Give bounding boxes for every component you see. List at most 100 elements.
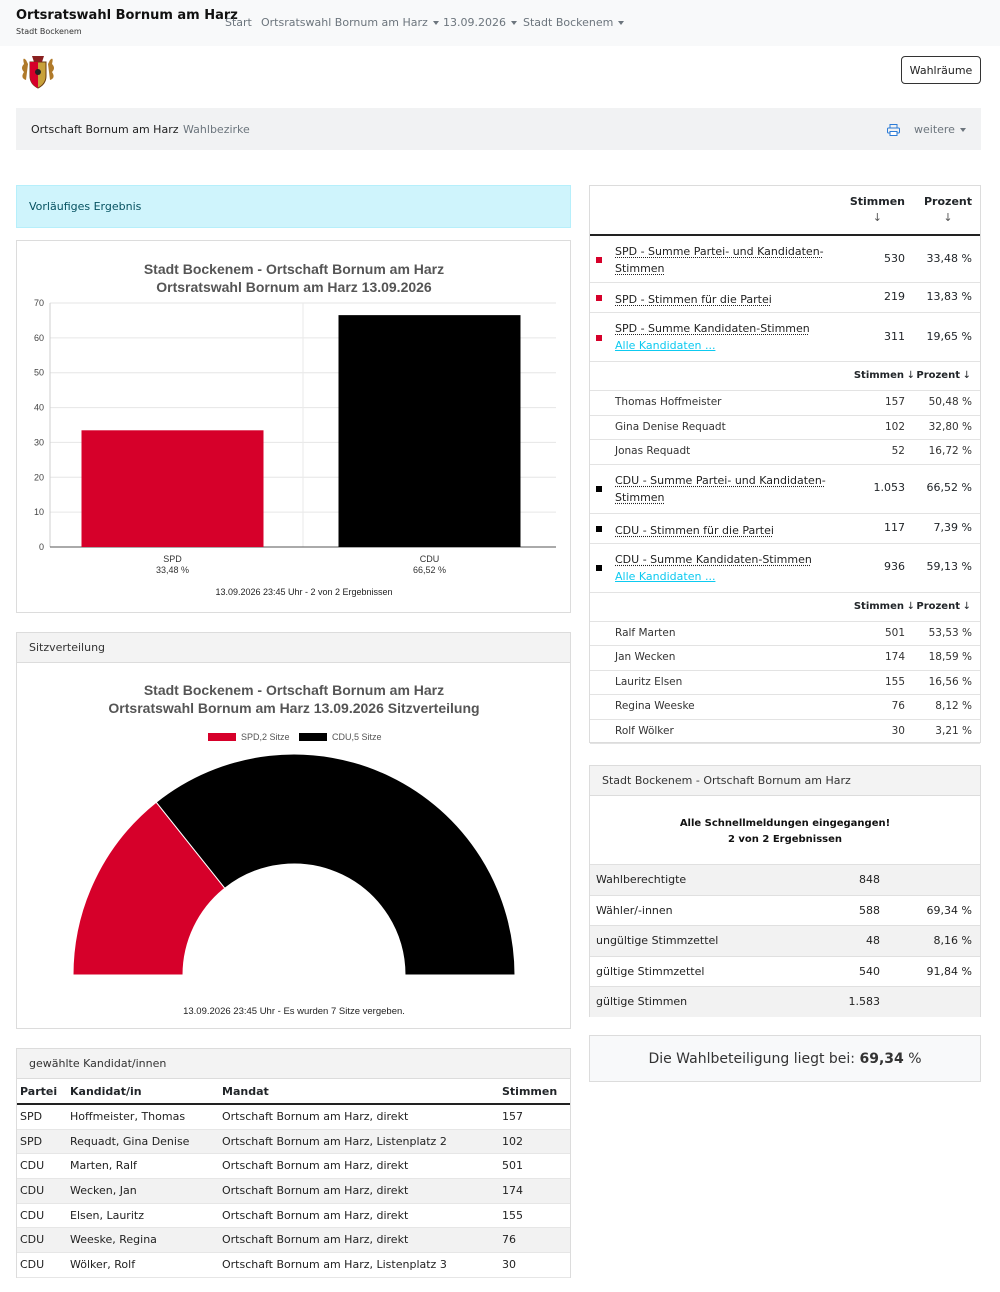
summary-notice-line-2: 2 von 2 Ergebnissen [727,834,843,845]
results-table-body: Stimmen ↓ Prozent ↓ SPD - Summe Partei- und … [590,186,980,744]
summary-percent: 8,16 % [933,934,972,947]
candidate-name: Regina Weeske [615,700,695,713]
y-tick-label: 60 [34,333,44,343]
summary-row: gültige Stimmzettel 540 91,84 % [590,955,980,986]
print-icon[interactable] [887,124,900,136]
summary-value: 848 [859,873,880,886]
candidate-percent: 16,56 % [928,675,972,688]
candidate-row: Regina Weeske 76 8,12 % [590,695,980,720]
elected-mandate: Ortschaft Bornum am Harz, direkt [222,1208,409,1222]
party-result-label-text: CDU - Stimmen für die Partei [615,523,774,537]
candidate-votes: 501 [884,626,905,639]
summary-label: Wähler/-innen [596,903,673,917]
candidate-col-prozent[interactable]: Prozent [916,601,960,612]
candidate-col-stimmen[interactable]: Stimmen [854,370,904,381]
y-tick-label: 10 [34,507,44,517]
elected-candidate: Requadt, Gina Denise [70,1134,190,1148]
elected-row: CDU Wecken, Jan Ortschaft Bornum am Harz, … [17,1179,570,1204]
elected-mandate: Ortschaft Bornum am Harz, Listenplatz 2 [222,1134,447,1148]
summary-rows: Wahlberechtigte 848 Wähler/-innen 588 69,34 … [590,864,980,1017]
alle-kandidaten-link[interactable]: Alle Kandidaten ... [615,570,715,583]
breadcrumb-current[interactable]: Ortschaft Bornum am Harz [31,123,179,136]
elected-candidate: Wölker, Rolf [70,1258,136,1272]
turnout-unit: % [908,1050,922,1067]
breadcrumb-wahlbezirke[interactable]: Wahlbezirke [183,123,250,136]
weitere-dropdown[interactable]: weitere [914,123,966,136]
percent-value: 59,13 % [926,560,972,573]
elected-candidate: Marten, Ralf [70,1159,137,1173]
elected-col-header[interactable]: Partei [20,1085,57,1098]
party-result-label[interactable]: SPD - Stimmen für die Partei [615,291,772,308]
votes-value: 117 [884,520,905,534]
nav-start-link[interactable]: Start [225,16,252,29]
elected-row: SPD Requadt, Gina Denise Ortschaft Bornum … [17,1129,570,1155]
percent-value: 33,48 % [926,251,972,265]
elected-mandate: Ortschaft Bornum am Harz, direkt [222,1184,409,1198]
summary-value: 1.583 [848,995,881,1008]
seat-slice-cdu[interactable] [155,753,516,976]
nav-city-dropdown[interactable]: Stadt Bockenem [523,16,625,29]
party-result-label[interactable]: CDU - Stimmen für die Partei [615,522,774,539]
alle-kandidaten-link[interactable]: Alle Kandidaten ... [615,339,715,352]
votes-value: 530 [884,251,905,265]
col-header-prozent[interactable]: Prozent ↓ [924,194,972,226]
bar-spd[interactable] [81,430,264,547]
bar-chart-footer: 13.09.2026 23:45 Uhr - 2 von 2 Ergebniss… [215,587,392,597]
y-tick-label: 0 [39,542,44,552]
candidate-name: Jan Wecken [615,651,676,664]
col-header-prozent-label: Prozent [924,195,972,208]
candidate-name: Jonas Requadt [615,445,691,458]
candidate-col-prozent[interactable]: Prozent [916,370,960,381]
seat-chart: Stadt Bockenem - Ortschaft Bornum am Har… [72,682,516,1017]
elected-candidate: Wecken, Jan [70,1184,137,1198]
elected-mandate: Ortschaft Bornum am Harz, Listenplatz 3 [222,1258,447,1272]
candidate-votes: 76 [891,700,905,713]
candidate-row: Jonas Requadt 52 16,72 % [590,440,980,465]
chevron-down-icon [618,21,625,25]
legend-swatch-spd [208,733,236,741]
candidate-percent: 3,21 % [935,724,972,737]
col-header-stimmen-label: Stimmen [849,195,905,208]
x-tick-percent-label: 33,48 % [156,565,189,575]
elected-row: CDU Weeske, Regina Ortschaft Bornum am Har… [17,1228,570,1254]
party-result-label-line-2: Stimmen [615,262,665,275]
sort-arrow-icon: ↓ [962,600,971,612]
candidate-percent: 16,72 % [928,445,972,458]
summary-notice: Alle Schnellmeldungen eingegangen! 2 von… [590,816,980,848]
elected-votes: 76 [502,1233,516,1247]
party-result-label-text: CDU - Summe Kandidaten-Stimmen [615,552,812,566]
col-header-stimmen[interactable]: Stimmen ↓ [850,194,905,226]
summary-row: Wahlberechtigte 848 [590,864,980,895]
party-color-square [596,334,602,341]
nav-election-dropdown[interactable]: Ortsratswahl Bornum am Harz [261,16,439,29]
percent-value: 13,83 % [926,290,972,303]
y-tick-label: 40 [34,403,44,413]
candidate-votes: 155 [884,675,905,688]
elected-candidates-table: Partei Kandidat/in Mandat Stimmen SPD Hoffmei… [17,1080,570,1278]
candidate-row: Rolf Wölker 30 3,21 % [590,720,980,744]
brand-title[interactable]: Ortsratswahl Bornum am Harz [16,8,238,23]
candidate-name: Ralf Marten [615,626,676,639]
party-result-row: CDU - Summe Kandidaten-Stimmen Alle Kandi… [590,544,980,593]
candidate-subheader: Stimmen ↓ Prozent ↓ [590,593,980,622]
nav-date-dropdown[interactable]: 13.09.2026 [443,16,517,29]
candidate-subheader: Stimmen ↓ Prozent ↓ [590,362,980,391]
candidate-row: Gina Denise Requadt 102 32,80 % [590,416,980,440]
elected-col-header[interactable]: Mandat [222,1085,269,1098]
chevron-down-icon [959,128,966,132]
summary-value: 588 [859,903,880,917]
elected-col-header[interactable]: Stimmen [502,1085,557,1098]
bar-cdu[interactable] [338,315,521,547]
party-result-label[interactable]: CDU - Summe Partei- und Kandidaten- Stimm… [615,472,826,506]
elected-party: SPD [20,1110,43,1123]
wahlraeume-button[interactable]: Wahlräume [901,56,981,84]
elected-mandate: Ortschaft Bornum am Harz, direkt [222,1159,409,1173]
summary-label: gültige Stimmen [596,995,688,1008]
party-result-label[interactable]: CDU - Summe Kandidaten-Stimmen Alle Kandi… [615,551,812,585]
party-result-label-text: SPD - Stimmen für die Partei [615,293,772,306]
candidate-col-stimmen[interactable]: Stimmen [854,601,904,612]
elected-col-header[interactable]: Kandidat/in [70,1085,142,1098]
sort-arrow-icon: ↓ [906,600,915,612]
party-result-label[interactable]: SPD - Summe Kandidaten-Stimmen Alle Kandi… [615,320,810,354]
party-result-label[interactable]: SPD - Summe Partei- und Kandidaten- Stimm… [615,243,824,277]
